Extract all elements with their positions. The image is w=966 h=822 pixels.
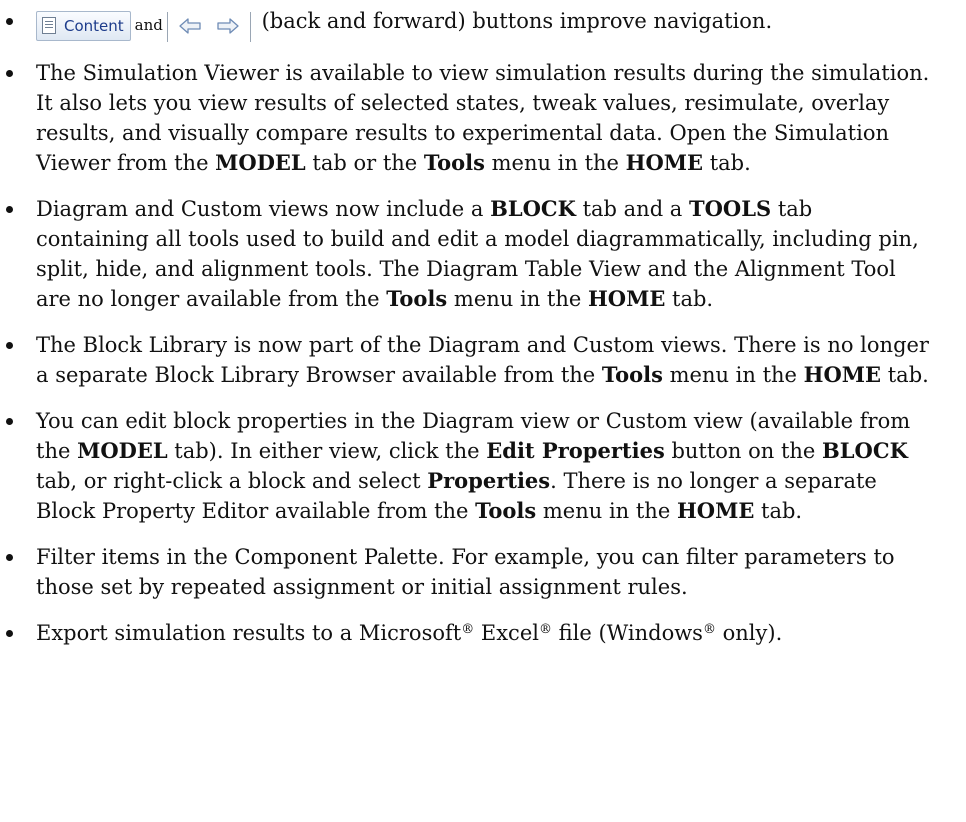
text-span: tab, or right-click a block and select xyxy=(36,469,428,493)
home-tab-ref: HOME xyxy=(803,362,882,387)
back-forward-buttons xyxy=(166,12,251,42)
block-tab-ref: BLOCK xyxy=(822,438,908,463)
bullet-item-simulation-viewer: The Simulation Viewer is available to vi… xyxy=(0,58,930,178)
and-text: and xyxy=(134,16,163,34)
text-span: button on the xyxy=(664,439,823,463)
feature-bullet-list: Content and (back and forward) buttons i… xyxy=(0,6,966,648)
forward-arrow-icon xyxy=(217,18,239,34)
bullet-item-export-results: Export simulation results to a Microsoft… xyxy=(0,618,930,648)
registered-mark: ® xyxy=(461,622,475,637)
model-tab-ref: MODEL xyxy=(215,150,306,175)
text-span: tab. xyxy=(665,287,714,311)
home-tab-ref: HOME xyxy=(587,286,666,311)
registered-mark: ® xyxy=(702,622,716,637)
bullet-item-diagram-views: Diagram and Custom views now include a B… xyxy=(0,194,930,314)
text-span: menu in the xyxy=(536,499,677,523)
bullet-item-component-palette: Filter items in the Component Palette. F… xyxy=(0,542,930,602)
text-span: Excel xyxy=(474,621,539,645)
content-button-label: Content xyxy=(64,16,124,35)
text-span: Diagram and Custom views now include a xyxy=(36,197,491,221)
bullet-item-block-properties: You can edit block properties in the Dia… xyxy=(0,406,930,526)
edit-properties-button-ref: Edit Properties xyxy=(486,438,665,463)
navigation-description: (back and forward) buttons improve navig… xyxy=(261,9,773,33)
home-tab-ref: HOME xyxy=(625,150,704,175)
back-button[interactable] xyxy=(178,12,202,42)
home-tab-ref: HOME xyxy=(676,498,755,523)
text-span: menu in the xyxy=(662,363,804,387)
block-tab-ref: BLOCK xyxy=(490,196,576,221)
tools-menu-ref: Tools xyxy=(423,150,485,175)
model-tab-ref: MODEL xyxy=(77,438,168,463)
text-span: tab. xyxy=(754,499,803,523)
document-list-icon xyxy=(42,17,56,34)
text-span: tab. xyxy=(881,363,929,387)
content-button[interactable]: Content xyxy=(36,10,131,41)
text-span: only). xyxy=(715,621,783,645)
tools-menu-ref: Tools xyxy=(386,286,448,311)
text-span: tab. xyxy=(703,151,751,175)
bullet-item-block-library: The Block Library is now part of the Dia… xyxy=(0,330,930,390)
bullet-item-navigation: Content and (back and forward) buttons i… xyxy=(0,6,930,42)
release-notes-document: Content and (back and forward) buttons i… xyxy=(0,0,966,822)
text-span: menu in the xyxy=(447,287,588,311)
text-span: tab and a xyxy=(575,197,690,221)
tools-menu-ref: Tools xyxy=(475,498,537,523)
tools-tab-ref: TOOLS xyxy=(689,196,772,221)
forward-button[interactable] xyxy=(216,12,240,42)
text-span: tab). In either view, click the xyxy=(167,439,487,463)
text-span: menu in the xyxy=(484,151,626,175)
text-span: file (Windows xyxy=(551,621,703,645)
tools-menu-ref: Tools xyxy=(601,362,663,387)
text-span: Filter items in the Component Palette. F… xyxy=(36,545,895,599)
back-arrow-icon xyxy=(179,18,201,34)
text-span: Export simulation results to a Microsoft xyxy=(36,621,462,645)
text-span: tab or the xyxy=(305,151,424,175)
registered-mark: ® xyxy=(538,622,552,637)
properties-item-ref: Properties xyxy=(427,468,551,493)
